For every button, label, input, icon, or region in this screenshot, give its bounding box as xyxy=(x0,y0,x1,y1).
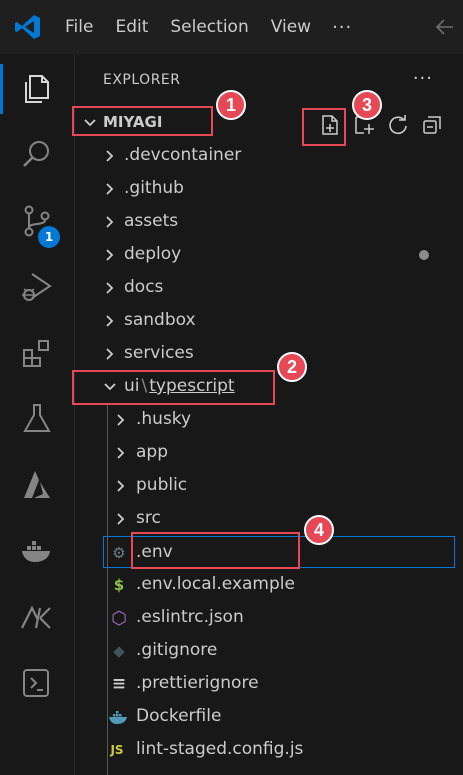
tree-file[interactable]: ◆ .gitignore xyxy=(75,635,463,667)
tree-folder[interactable]: assets xyxy=(75,206,463,238)
modified-dot-icon xyxy=(419,250,429,260)
tree-folder-label: src xyxy=(136,508,161,528)
tree-file[interactable]: ⬡ .eslintrc.json xyxy=(75,602,463,634)
menu-bar: File Edit Selection View ··· xyxy=(54,0,362,54)
chevron-right-icon xyxy=(106,348,114,360)
explorer-icon[interactable] xyxy=(0,58,74,120)
dollar-icon: $ xyxy=(113,576,125,594)
callout-badge-2: 2 xyxy=(277,352,307,382)
collapse-all-icon xyxy=(423,116,441,134)
callout-box-2 xyxy=(72,370,275,405)
tree-file[interactable]: Dockerfile xyxy=(75,701,463,733)
refresh-button[interactable] xyxy=(381,110,415,140)
chevron-right-icon xyxy=(106,150,114,162)
tree-folder[interactable]: deploy xyxy=(75,239,463,271)
tree-file[interactable]: JS lint-staged.config.js xyxy=(75,734,463,766)
explorer-more-button[interactable]: ··· xyxy=(413,68,433,89)
explorer-title: EXPLORER xyxy=(103,72,181,88)
tree-folder[interactable]: src xyxy=(75,503,463,535)
menu-file[interactable]: File xyxy=(54,0,104,54)
title-bar: File Edit Selection View ··· xyxy=(0,0,463,54)
vscode-logo-icon xyxy=(15,15,40,39)
chevron-right-icon xyxy=(117,414,125,426)
tree-folder-label: sandbox xyxy=(124,310,196,330)
docker-icon[interactable] xyxy=(0,520,74,582)
chevron-right-icon xyxy=(106,315,114,327)
chevron-right-icon xyxy=(106,249,114,261)
refresh-icon xyxy=(389,115,407,135)
tree-folder-label: .github xyxy=(124,178,184,198)
tree-file[interactable]: ≡ .prettierignore xyxy=(75,668,463,700)
tree-folder[interactable]: public xyxy=(75,470,463,502)
chevron-right-icon xyxy=(117,447,125,459)
extensions-icon[interactable] xyxy=(0,322,74,384)
js-icon: JS xyxy=(110,743,124,757)
menu-view[interactable]: View xyxy=(260,0,322,54)
azure-icon[interactable] xyxy=(0,454,74,516)
menu-edit[interactable]: Edit xyxy=(104,0,159,54)
tree-folder-label: public xyxy=(136,475,188,495)
kubernetes-icon[interactable] xyxy=(0,586,74,648)
callout-badge-1: 1 xyxy=(216,90,246,120)
tree-file-label: .prettierignore xyxy=(136,673,259,693)
callout-badge-4: 4 xyxy=(304,515,334,545)
tree-folder[interactable]: .devcontainer xyxy=(75,140,463,172)
tree-folder-label: services xyxy=(124,343,194,363)
menu-selection[interactable]: Selection xyxy=(159,0,259,54)
activity-bar: 1 xyxy=(0,54,75,775)
callout-badge-3: 3 xyxy=(352,90,382,120)
tree-file-label: Dockerfile xyxy=(136,706,222,726)
tree-folder[interactable]: services xyxy=(75,338,463,370)
testing-icon[interactable] xyxy=(0,388,74,450)
tree-folder-label: app xyxy=(136,442,168,462)
collapse-all-button[interactable] xyxy=(415,110,449,140)
back-arrow-icon[interactable] xyxy=(433,15,457,39)
menu-more-button[interactable]: ··· xyxy=(322,17,362,38)
tree-folder-label: .devcontainer xyxy=(124,145,242,165)
tree-file[interactable]: $ .env.local.example xyxy=(75,569,463,601)
tree-folder[interactable]: app xyxy=(75,437,463,469)
tree-file-label: lint-staged.config.js xyxy=(136,739,304,759)
tree-folder[interactable]: sandbox xyxy=(75,305,463,337)
remote-explorer-icon[interactable] xyxy=(0,652,74,714)
chevron-right-icon xyxy=(117,513,125,525)
tree-folder[interactable]: .github xyxy=(75,173,463,205)
tree-folder-label: docs xyxy=(124,277,164,297)
lines-icon: ≡ xyxy=(111,674,127,694)
tree-file-label: .eslintrc.json xyxy=(136,607,244,627)
chevron-right-icon xyxy=(106,183,114,195)
callout-box-3 xyxy=(302,108,346,146)
run-debug-icon[interactable] xyxy=(0,256,74,318)
chevron-right-icon xyxy=(106,216,114,228)
tree-file-label: .env.local.example xyxy=(136,574,295,594)
eslint-icon: ⬡ xyxy=(111,607,127,629)
tree-folder[interactable]: docs xyxy=(75,272,463,304)
gear-icon: ⚙ xyxy=(112,544,126,562)
chevron-right-icon xyxy=(106,282,114,294)
tree-folder[interactable]: .husky xyxy=(75,404,463,436)
callout-box-1 xyxy=(72,106,213,136)
source-control-badge: 1 xyxy=(38,226,60,248)
callout-box-4 xyxy=(131,532,300,569)
docker-file-icon xyxy=(109,711,127,724)
tree-folder-label: .husky xyxy=(136,409,192,429)
chevron-right-icon xyxy=(117,480,125,492)
tree-file-label: .gitignore xyxy=(136,640,218,660)
search-icon[interactable] xyxy=(0,124,74,186)
git-icon: ◆ xyxy=(113,642,125,660)
source-control-icon[interactable]: 1 xyxy=(0,190,74,252)
tree-folder-label: deploy xyxy=(124,244,182,264)
tree-folder-label: assets xyxy=(124,211,179,231)
explorer-panel: EXPLORER ··· MIYAGI .devcontainer .githu… xyxy=(75,54,463,775)
